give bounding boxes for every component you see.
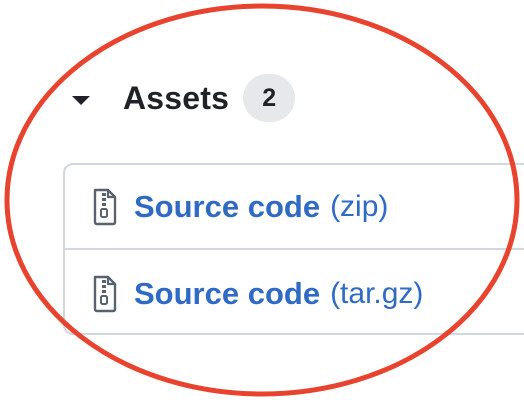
file-zip-icon	[93, 275, 117, 312]
assets-count-badge: 2	[243, 74, 296, 122]
assets-list: Source code (zip) Source code (tar.gz)	[63, 163, 524, 335]
caret-down-icon[interactable]	[72, 95, 90, 105]
source-code-targz-link[interactable]: Source code	[134, 276, 320, 312]
file-zip-icon	[93, 188, 117, 225]
asset-format-zip[interactable]: (zip)	[330, 190, 388, 224]
assets-toggle[interactable]: Assets 2	[72, 74, 296, 122]
asset-format-targz[interactable]: (tar.gz)	[330, 277, 423, 311]
asset-row-targz: Source code (tar.gz)	[65, 251, 524, 336]
asset-row-zip: Source code (zip)	[65, 165, 524, 250]
assets-title: Assets	[123, 79, 230, 116]
source-code-zip-link[interactable]: Source code	[134, 189, 320, 225]
